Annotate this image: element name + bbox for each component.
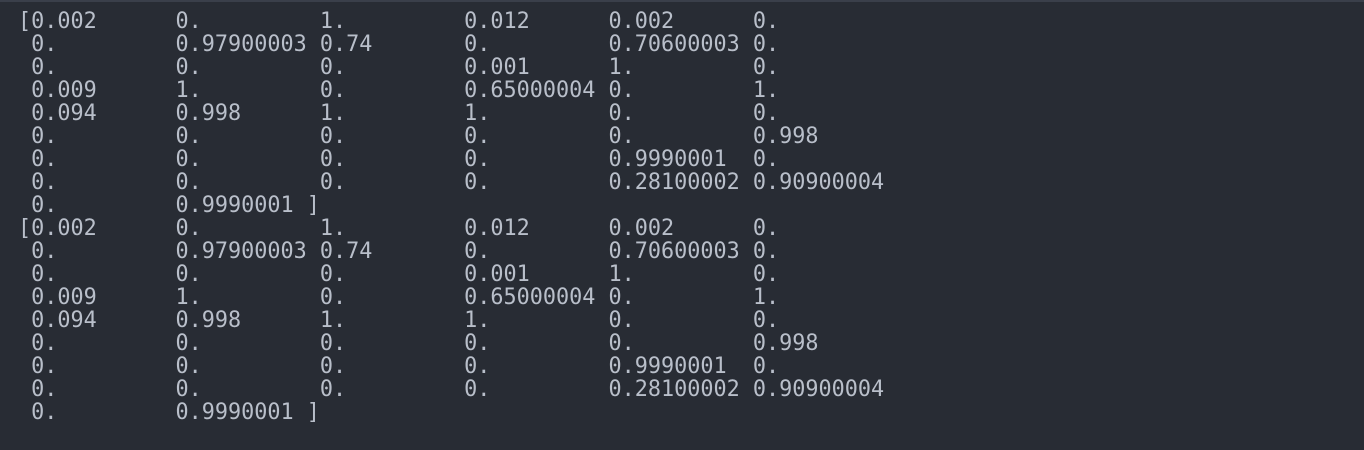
output-line: 0. 0. 0. 0. 0.9990001 0. — [18, 147, 780, 172]
output-line: 0. 0. 0. 0. 0. 0.998 — [18, 331, 819, 356]
terminal-output[interactable]: [0.002 0. 1. 0.012 0.002 0. 0. 0.9790000… — [18, 10, 884, 424]
output-line: 0. 0. 0. 0. 0.28100002 0.90900004 — [18, 170, 885, 195]
output-line: 0. 0. 0. 0. 0. 0.998 — [18, 124, 819, 149]
output-line: 0. 0.9990001 ] — [18, 193, 320, 218]
output-line: 0. 0.97900003 0.74 0. 0.70600003 0. — [18, 32, 780, 57]
output-line: 0. 0. 0. 0.001 1. 0. — [18, 262, 780, 287]
output-line: 0.094 0.998 1. 1. 0. 0. — [18, 308, 780, 333]
output-line: 0. 0. 0. 0. 0.9990001 0. — [18, 354, 780, 379]
output-line: 0.009 1. 0. 0.65000004 0. 1. — [18, 285, 780, 310]
terminal-window: [0.002 0. 1. 0.012 0.002 0. 0. 0.9790000… — [0, 0, 1364, 450]
output-line: [0.002 0. 1. 0.012 0.002 0. — [18, 216, 780, 241]
output-line: 0.009 1. 0. 0.65000004 0. 1. — [18, 78, 780, 103]
output-line: 0. 0. 0. 0. 0.28100002 0.90900004 — [18, 377, 885, 402]
output-line: 0. 0.97900003 0.74 0. 0.70600003 0. — [18, 239, 780, 264]
output-line: 0.094 0.998 1. 1. 0. 0. — [18, 101, 780, 126]
output-line: 0. 0. 0. 0.001 1. 0. — [18, 55, 780, 80]
output-line: 0. 0.9990001 ] — [18, 400, 320, 425]
output-line: [0.002 0. 1. 0.012 0.002 0. — [18, 9, 780, 34]
